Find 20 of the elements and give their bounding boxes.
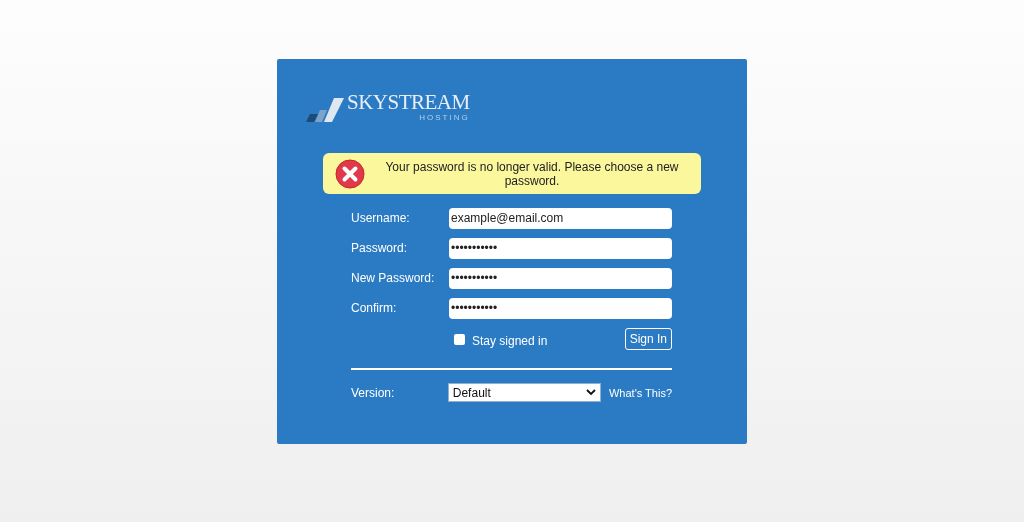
input-field[interactable]: ••••••••••• <box>449 297 672 319</box>
logo-tagline: HOSTING <box>419 114 470 122</box>
error-icon <box>335 158 365 189</box>
version-dropdown[interactable]: Default <box>447 383 601 402</box>
field-label: New Password: <box>351 271 436 285</box>
chevron-down-icon <box>585 389 596 396</box>
logo-bars-icon <box>306 98 344 122</box>
field-label: Username: <box>351 211 411 225</box>
help-link[interactable]: What's This? <box>608 386 672 399</box>
input-field[interactable]: ••••••••••• <box>449 267 672 289</box>
field-label: Confirm: <box>351 301 398 315</box>
checkbox-label: Stay signed in <box>472 333 548 348</box>
field-label: Password: <box>351 241 409 255</box>
alert-message: Your password is no longer valid. Please choose a new password. <box>384 159 680 188</box>
input-field[interactable]: ••••••••••• <box>449 237 672 259</box>
logo-name: SKYSTREAM <box>347 92 470 113</box>
input-field[interactable]: example@email.com <box>449 207 672 229</box>
field-label: Version: <box>351 385 396 400</box>
sign-in-button[interactable]: Sign In <box>624 328 672 350</box>
checkbox[interactable] <box>454 333 465 345</box>
